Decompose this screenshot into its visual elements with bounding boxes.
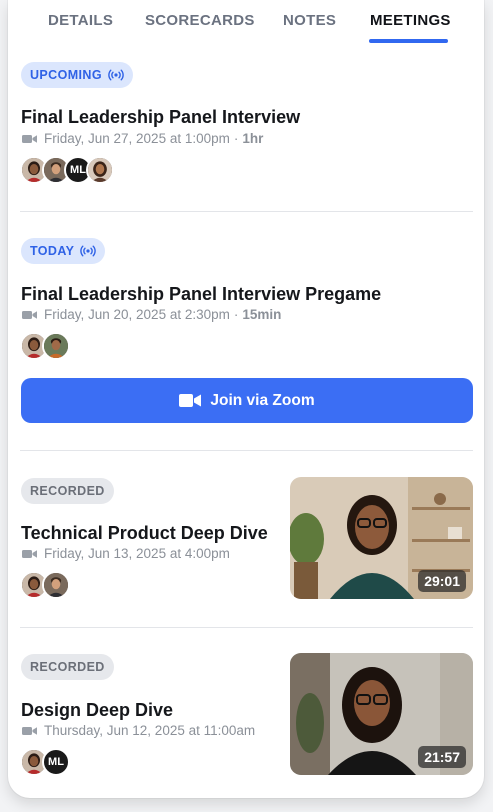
attendee-avatars bbox=[20, 332, 70, 360]
video-camera-icon bbox=[22, 726, 37, 736]
meeting-duration: 1hr bbox=[242, 131, 264, 146]
divider bbox=[20, 450, 473, 451]
attendee-avatars: ML bbox=[20, 156, 114, 184]
meeting-title[interactable]: Technical Product Deep Dive bbox=[21, 523, 268, 544]
meeting-meta: Thursday, Jun 12, 2025 at 11:00am bbox=[22, 723, 255, 738]
status-badge-today: TODAY bbox=[21, 238, 106, 264]
meeting-datetime: Thursday, Jun 12, 2025 at 11:00am bbox=[44, 723, 256, 738]
meeting-datetime: Friday, Jun 13, 2025 at 4:00pm bbox=[44, 546, 230, 561]
status-badge-upcoming: UPCOMING bbox=[21, 62, 133, 88]
video-duration-label: 21:57 bbox=[418, 746, 466, 768]
badge-label: RECORDED bbox=[30, 660, 105, 674]
attendee-avatars bbox=[20, 571, 70, 599]
meeting-title[interactable]: Final Leadership Panel Interview bbox=[21, 107, 300, 128]
tab-bar: DETAILS SCORECARDS NOTES MEETINGS bbox=[8, 0, 484, 46]
meeting-duration: 15min bbox=[242, 307, 282, 322]
avatar[interactable] bbox=[86, 156, 114, 184]
attendee-avatars: ML bbox=[20, 748, 70, 776]
status-badge-recorded: RECORDED bbox=[21, 478, 114, 504]
broadcast-icon bbox=[108, 69, 124, 81]
divider bbox=[20, 627, 473, 628]
join-via-zoom-button[interactable]: Join via Zoom bbox=[21, 378, 473, 423]
tab-details[interactable]: DETAILS bbox=[48, 12, 113, 29]
status-badge-recorded: RECORDED bbox=[21, 654, 114, 680]
avatar-initials[interactable]: ML bbox=[42, 748, 70, 776]
avatar[interactable] bbox=[42, 571, 70, 599]
video-camera-icon bbox=[22, 310, 37, 320]
tab-scorecards[interactable]: SCORECARDS bbox=[145, 12, 255, 29]
tab-meetings[interactable]: MEETINGS bbox=[370, 12, 451, 29]
badge-label: UPCOMING bbox=[30, 68, 102, 82]
meeting-meta: Friday, Jun 27, 2025 at 1:00pm · 1hr bbox=[22, 131, 263, 146]
badge-label: RECORDED bbox=[30, 484, 105, 498]
video-camera-icon bbox=[22, 549, 37, 559]
active-tab-indicator bbox=[369, 39, 448, 43]
meeting-meta: Friday, Jun 20, 2025 at 2:30pm · 15min bbox=[22, 307, 281, 322]
meeting-title[interactable]: Design Deep Dive bbox=[21, 700, 173, 721]
video-duration-label: 29:01 bbox=[418, 570, 466, 592]
meeting-title[interactable]: Final Leadership Panel Interview Pregame bbox=[21, 284, 381, 305]
recording-thumbnail[interactable]: 29:01 bbox=[290, 477, 473, 599]
recording-thumbnail[interactable]: 21:57 bbox=[290, 653, 473, 775]
video-camera-icon bbox=[22, 134, 37, 144]
meeting-datetime: Friday, Jun 27, 2025 at 1:00pm bbox=[44, 131, 230, 146]
video-camera-icon bbox=[179, 393, 202, 408]
avatar[interactable] bbox=[42, 332, 70, 360]
join-button-label: Join via Zoom bbox=[210, 391, 315, 409]
badge-label: TODAY bbox=[30, 244, 75, 258]
tab-notes[interactable]: NOTES bbox=[283, 12, 336, 29]
meeting-datetime: Friday, Jun 20, 2025 at 2:30pm bbox=[44, 307, 230, 322]
divider bbox=[20, 211, 473, 212]
meeting-meta: Friday, Jun 13, 2025 at 4:00pm bbox=[22, 546, 230, 561]
meetings-card: DETAILS SCORECARDS NOTES MEETINGS UPCOMI… bbox=[8, 0, 484, 798]
broadcast-icon bbox=[80, 245, 97, 257]
